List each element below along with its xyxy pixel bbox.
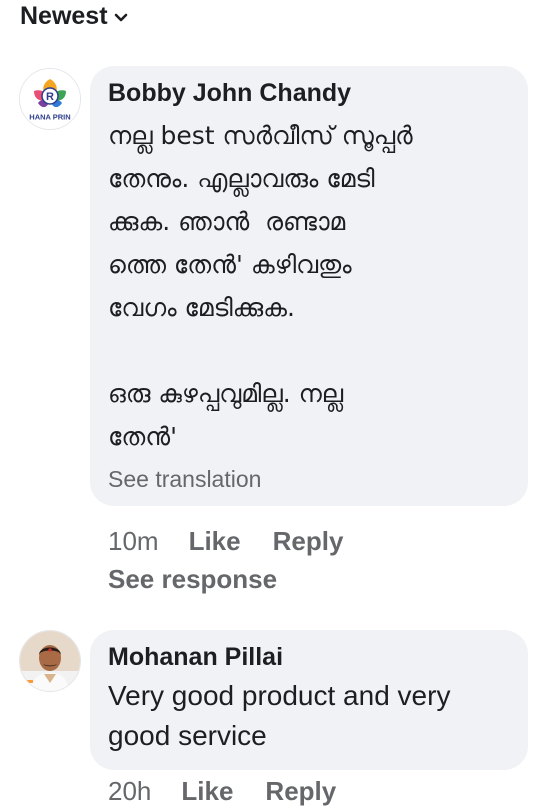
avatar[interactable] [19, 630, 81, 692]
sort-label: Newest [20, 2, 108, 30]
chevron-down-icon [114, 13, 127, 21]
avatar-letters: R [46, 91, 54, 103]
see-translation-link[interactable]: See translation [108, 464, 510, 494]
avatar[interactable]: R HANA PRIN [19, 68, 81, 130]
comment-actions: 20h Like Reply [108, 776, 368, 807]
comment-time[interactable]: 10m [108, 526, 159, 557]
avatar-caption: HANA PRIN [29, 113, 70, 122]
see-response-link[interactable]: See response [108, 564, 277, 595]
comment-bubble[interactable]: Mohanan Pillai Very good product and ver… [90, 630, 528, 770]
comment-bubble[interactable]: Bobby John Chandy നല്ല best സർവീസ് സൂപ്പ… [90, 66, 528, 506]
sort-dropdown[interactable]: Newest [20, 2, 128, 31]
reply-button[interactable]: Reply [265, 776, 336, 807]
reply-button[interactable]: Reply [273, 526, 344, 557]
comment-actions: 10m Like Reply [108, 526, 375, 557]
comment-time[interactable]: 20h [108, 776, 151, 807]
like-button[interactable]: Like [181, 776, 233, 807]
comment-author[interactable]: Bobby John Chandy [108, 76, 510, 110]
comment-text: നല്ല best സർവീസ് സൂപ്പർ തേനും. എല്ലാവരും… [108, 121, 413, 451]
comment-text: Very good product and very good service [108, 680, 451, 751]
brand-logo-icon: R HANA PRIN [20, 69, 80, 129]
comment-author[interactable]: Mohanan Pillai [108, 640, 510, 674]
like-button[interactable]: Like [189, 526, 241, 557]
user-photo-icon [20, 631, 80, 691]
